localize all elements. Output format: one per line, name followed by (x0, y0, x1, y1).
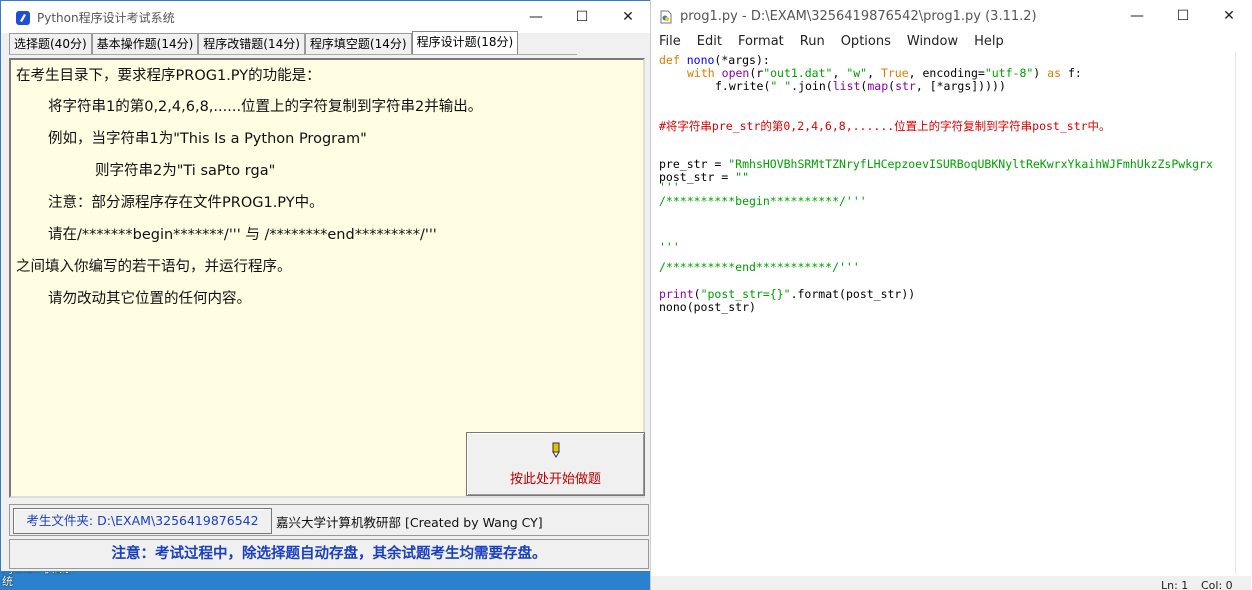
start-button[interactable]: 按此处开始做题 (466, 432, 645, 496)
code-token: open (721, 66, 750, 80)
tab-basic[interactable]: 基本操作题(14分) (91, 33, 199, 54)
exam-status-row: 考生文件夹: D:\EXAM\3256419876542 嘉兴大学计算机教研部 … (9, 504, 649, 536)
code-token: .format(post_str)) (790, 287, 916, 301)
start-button-label: 按此处开始做题 (509, 471, 601, 487)
code-token: as (1047, 66, 1062, 80)
tab-design[interactable]: 程序设计题(18分) (411, 31, 519, 54)
code-token: " " (770, 79, 792, 93)
code-token: , encoding= (908, 66, 985, 80)
code-token: , (867, 66, 881, 80)
code-token: "post_str={}" (700, 287, 791, 301)
code-token: ( (693, 287, 701, 301)
question-content: 在考生目录下，要求程序PROG1.PY的功能是： 将字符串1的第0,2,4,6,… (9, 58, 645, 498)
code-token: "utf-8" (984, 66, 1034, 80)
minimize-button[interactable]: — (1114, 0, 1160, 32)
idle-status-bar: Ln: 1 Col: 0 (651, 576, 1251, 590)
pencil-icon (550, 442, 562, 462)
code-line: ''' (659, 180, 680, 194)
close-button[interactable]: ✕ (605, 1, 651, 33)
vertical-scrollbar[interactable] (1235, 52, 1251, 574)
python-file-icon (659, 9, 673, 24)
content-line: 将字符串1的第0,2,4,6,8,......位置上的字符复制到字符串2并输出。 (48, 99, 483, 115)
menu-run[interactable]: Run (792, 32, 833, 52)
menu-window[interactable]: Window (899, 32, 966, 52)
code-token: str (895, 79, 916, 93)
code-token: f.write( (715, 79, 771, 93)
tab-fix[interactable]: 程序改错题(14分) (198, 33, 305, 54)
code-token: True (880, 66, 909, 80)
menu-options[interactable]: Options (833, 32, 899, 52)
code-token: list (832, 79, 861, 93)
code-token: with (687, 66, 715, 80)
maximize-button[interactable]: ☐ (1160, 0, 1206, 32)
code-token: .join( (791, 79, 833, 93)
code-token: "" (735, 170, 750, 184)
code-token: ) (1033, 66, 1048, 80)
code-line: ''' (659, 240, 680, 254)
code-token: map (867, 79, 889, 93)
content-line: 则字符串2为"Ti saPto rga" (95, 163, 276, 179)
code-token: "w" (846, 66, 868, 80)
exam-window: Python程序设计考试系统 — ☐ ✕ 选择题(40分) 基本操作题(14分)… (0, 0, 652, 572)
app-logo-icon (16, 10, 30, 25)
content-line: 请勿改动其它位置的任何内容。 (48, 291, 251, 307)
code-token: "RmhsHOVBhSRMtTZNryfLHCepzoevISURBoqUBKN… (728, 157, 1213, 171)
code-token: "out1.dat" (763, 66, 833, 80)
code-begin-marker: /**********begin**********/''' (659, 194, 867, 208)
folder-button[interactable]: 考生文件夹: D:\EXAM\3256419876542 (13, 508, 272, 534)
menu-bar: File Edit Format Run Options Window Help (651, 32, 1251, 52)
content-line: 注意：部分源程序存在文件PROG1.PY中。 (48, 195, 324, 211)
content-line: 在考生目录下，要求程序PROG1.PY的功能是： (16, 68, 321, 84)
window-title: Python程序设计考试系统 (37, 10, 175, 25)
credit-text: 嘉兴大学计算机教研部 [Created by Wang CY] (276, 515, 543, 530)
menu-edit[interactable]: Edit (689, 32, 730, 52)
code-line: f.write(" ".join(list(map(str, [*args]))… (715, 79, 1006, 93)
code-token: (*args): (714, 53, 770, 67)
line-number: Ln: 1 (1161, 579, 1189, 590)
maximize-button[interactable]: ☐ (559, 1, 605, 33)
menu-format[interactable]: Format (730, 32, 792, 52)
idle-titlebar[interactable]: prog1.py - D:\EXAM\3256419876542\prog1.p… (651, 0, 1252, 32)
code-token: nono (686, 53, 715, 67)
column-number: Col: 0 (1201, 579, 1233, 590)
code-token: pre_str = (659, 157, 729, 171)
code-token: , (832, 66, 847, 80)
code-token: def (659, 53, 680, 67)
code-end-marker: /**********end***********/''' (659, 260, 860, 274)
code-token: (r (749, 66, 764, 80)
question-tabs: 选择题(40分) 基本操作题(14分) 程序改错题(14分) 程序填空题(14分… (9, 31, 577, 55)
content-line: 例如，当字符串1为"This Is a Python Program" (48, 131, 367, 147)
close-button[interactable]: ✕ (1206, 0, 1252, 32)
tab-fill[interactable]: 程序填空题(14分) (304, 33, 412, 54)
content-line: 之间填入你编写的若干语句，并运行程序。 (16, 259, 292, 275)
code-token: f: (1061, 66, 1082, 80)
idle-editor-window: prog1.py - D:\EXAM\3256419876542\prog1.p… (650, 0, 1252, 590)
minimize-button[interactable]: — (513, 1, 559, 33)
menu-file[interactable]: File (651, 32, 689, 52)
menu-help[interactable]: Help (966, 32, 1012, 52)
code-line: nono(post_str) (659, 300, 756, 314)
save-notice: 注意：考试过程中，除选择题自动存盘，其余试题考生均需要存盘。 (9, 539, 649, 569)
code-token: , [*args])))) (915, 79, 1006, 93)
code-editor[interactable]: def nono(*args): with open(r"out1.dat" , … (655, 52, 1233, 574)
idle-window-title: prog1.py - D:\EXAM\3256419876542\prog1.p… (680, 8, 1037, 24)
exam-titlebar[interactable]: Python程序设计考试系统 — ☐ ✕ (1, 1, 651, 33)
tab-choice[interactable]: 选择题(40分) (9, 33, 92, 54)
content-line: 请在/*******begin*******/''' 与 /********en… (48, 227, 437, 243)
code-token: print (659, 287, 694, 301)
code-comment: #将字符串pre_str的第0,2,4,6,8,......位置上的字符复制到字… (659, 119, 1111, 133)
